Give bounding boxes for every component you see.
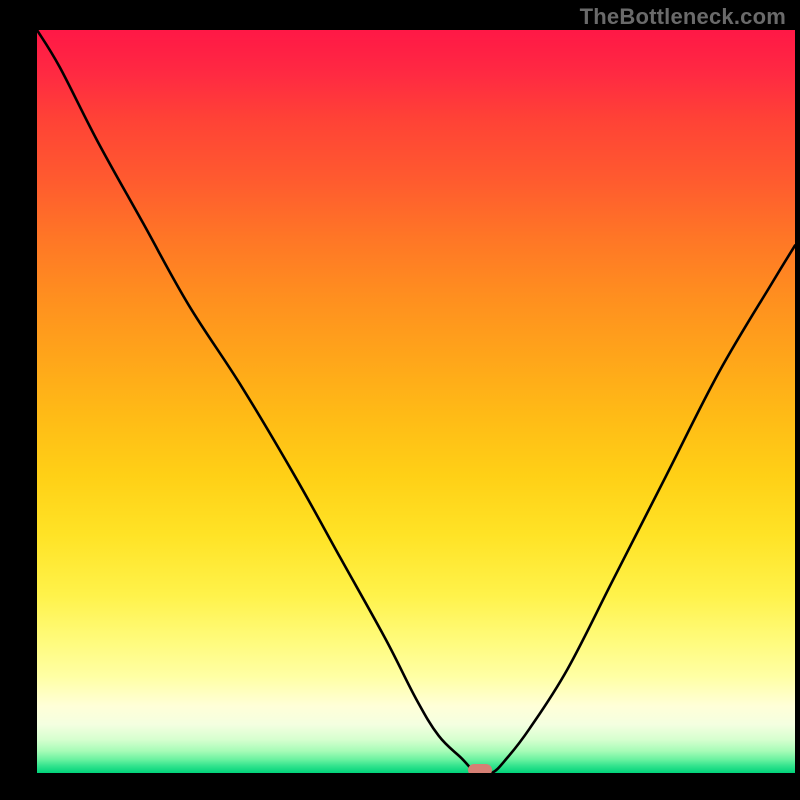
curve-svg xyxy=(37,30,795,773)
plot-area xyxy=(37,30,795,773)
chart-frame: TheBottleneck.com xyxy=(0,0,800,800)
bottleneck-curve xyxy=(37,30,795,773)
minimum-marker xyxy=(468,764,492,773)
watermark-text: TheBottleneck.com xyxy=(580,4,786,30)
